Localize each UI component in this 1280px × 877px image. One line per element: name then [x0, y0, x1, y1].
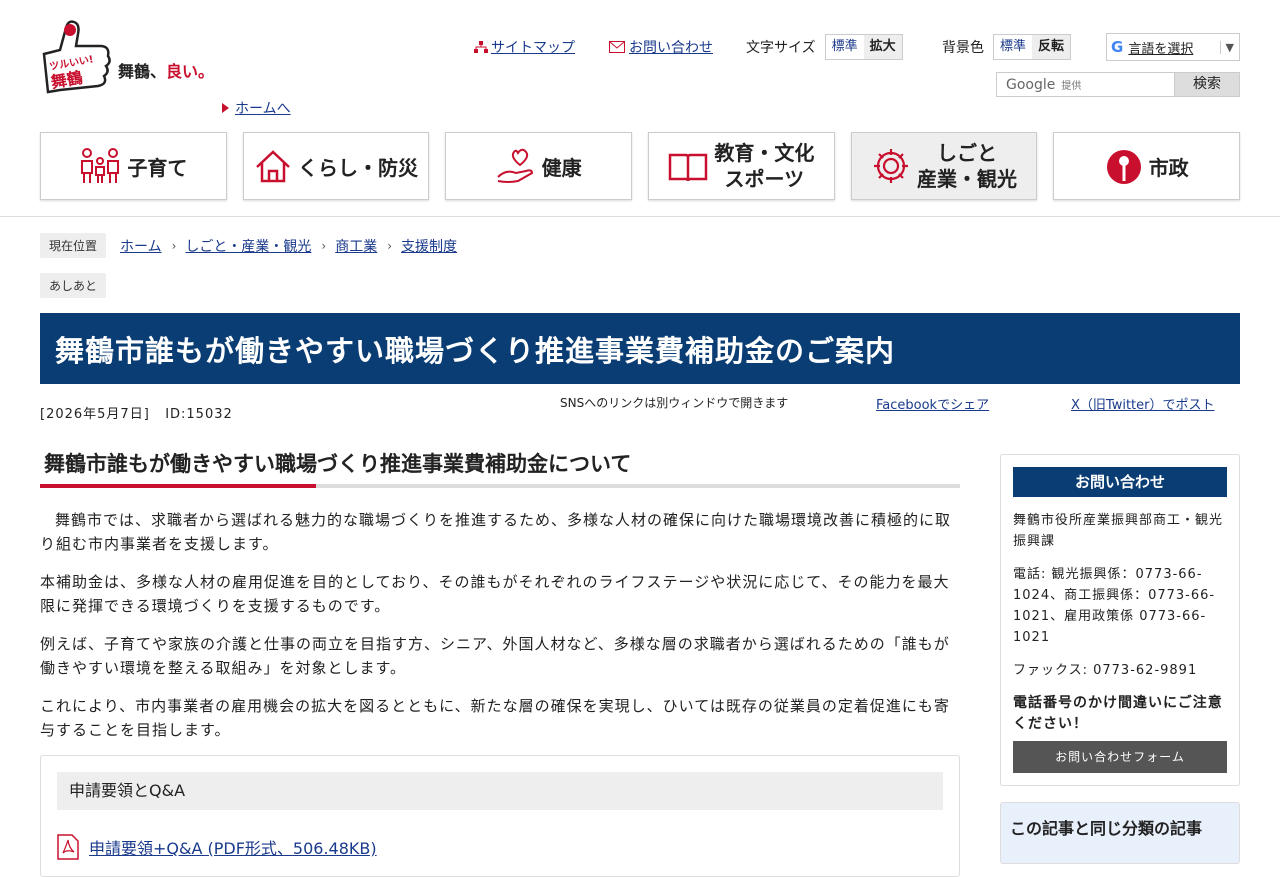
breadcrumb-shien[interactable]: 支援制度	[401, 236, 457, 256]
pdf-link-row: 申請要領+Q&A (PDF形式、506.48KB)	[57, 834, 377, 860]
contact-title: お問い合わせ	[1013, 467, 1227, 497]
font-size-label: 文字サイズ	[746, 40, 816, 56]
heart-hand-icon	[496, 148, 533, 183]
nav-kosodate[interactable]: 子育て	[40, 132, 227, 200]
page-id: ID:15032	[165, 407, 233, 422]
language-select[interactable]: G 言語を選択 ▼	[1106, 33, 1240, 61]
bg-color-invert[interactable]: 反転	[1032, 35, 1071, 59]
breadcrumb-shoko[interactable]: 商工業	[335, 236, 377, 256]
language-select-label: 言語を選択	[1128, 41, 1194, 57]
home-link-wrap: ホームへ	[222, 98, 291, 118]
breadcrumb-shigoto[interactable]: しごと・産業・観光	[185, 236, 311, 256]
related-articles-title: この記事と同じ分類の記事	[1010, 819, 1203, 838]
nav-kurashi-label: くらし・防災	[298, 155, 418, 180]
bg-color-toggle: 標準 反転	[993, 34, 1072, 60]
paragraph-3: 例えば、子育てや家族の介護と仕事の両立を目指す方、シニア、外国人材など、多様な層…	[40, 635, 950, 677]
font-size-standard[interactable]: 標準	[825, 35, 864, 59]
breadcrumb-badge: 現在位置	[40, 233, 107, 258]
related-articles: この記事と同じ分類の記事	[1000, 802, 1240, 864]
thumbs-up-logo-icon: ツルいい! 舞鶴	[42, 20, 111, 94]
nav-shigoto[interactable]: しごと 産業・観光	[850, 132, 1038, 200]
nav-shisei-label: 市政	[1148, 155, 1189, 180]
contact-sidebar: お問い合わせ 舞鶴市役所産業振興部商工・観光振興課 電話: 観光振興係：0773…	[1000, 454, 1240, 786]
sitemap-link[interactable]: サイトマップ	[491, 37, 575, 57]
chevron-right-icon: ›	[387, 238, 393, 253]
contact-link[interactable]: お問い合わせ	[629, 37, 713, 57]
page-title-bar: 舞鶴市誰もが働きやすい職場づくり推進事業費補助金のご案内	[40, 313, 1240, 384]
x-share-link[interactable]: X（旧Twitter）でポスト	[1071, 394, 1214, 413]
facebook-share-link[interactable]: Facebookでシェア	[876, 394, 989, 413]
triangle-right-icon	[222, 103, 229, 113]
nav-kyoiku[interactable]: 教育・文化 スポーツ	[648, 132, 835, 200]
chevron-down-icon: ▼	[1219, 40, 1239, 54]
nav-kosodate-label: 子育て	[127, 155, 188, 180]
paragraph-1: 舞鶴市では、求職者から選ばれる魅力的な職場づくりを推進するため、多様な人材の確保…	[40, 511, 952, 553]
breadcrumb-home[interactable]: ホーム	[120, 236, 162, 256]
site-logo[interactable]: ツルいい! 舞鶴 舞鶴、良い。	[40, 18, 220, 113]
site-tagline: 舞鶴、良い。	[118, 62, 215, 81]
book-icon	[669, 153, 708, 182]
nav-shisei[interactable]: 市政	[1053, 132, 1241, 200]
chevron-right-icon: ›	[171, 238, 177, 253]
document-box: 申請要領とQ&A 申請要領+Q&A (PDF形式、506.48KB)	[40, 755, 960, 877]
paragraph-4: これにより、市内事業者の雇用機会の拡大を図るとともに、新たな層の確保を実現し、ひ…	[40, 697, 950, 739]
home-link[interactable]: ホームへ	[235, 101, 291, 117]
contact-dept: 舞鶴市役所産業振興部商工・観光振興課	[1013, 513, 1224, 549]
nav-kurashi[interactable]: くらし・防災	[242, 132, 430, 200]
family-icon	[81, 148, 120, 183]
gear-icon	[874, 149, 909, 183]
house-icon	[256, 150, 290, 183]
google-g-icon: G	[1111, 38, 1124, 56]
document-box-heading: 申請要領とQ&A	[57, 772, 943, 810]
contact-phone: 電話: 観光振興係：0773-66-1024、商工振興係：0773-66-102…	[1013, 567, 1216, 645]
section-heading: 舞鶴市誰もが働きやすい職場づくり推進事業費補助金について	[40, 448, 960, 488]
nav-kenko-label: 健康	[541, 155, 582, 180]
chevron-right-icon: ›	[321, 238, 327, 253]
contact-body: 舞鶴市役所産業振興部商工・観光振興課 電話: 観光振興係：0773-66-102…	[1013, 510, 1227, 747]
font-size-toggle: 標準 拡大	[824, 34, 903, 60]
bg-color-label: 背景色	[942, 40, 984, 56]
contact-wrap: お問い合わせ	[609, 37, 713, 57]
pdf-link[interactable]: 申請要領+Q&A (PDF形式、506.48KB)	[89, 835, 377, 859]
main-content: 舞鶴市誰もが働きやすい職場づくり推進事業費補助金について 舞鶴市では、求職者から…	[40, 448, 960, 742]
contact-form-button[interactable]: お問い合わせフォーム	[1013, 741, 1227, 773]
sitemap-icon	[474, 41, 488, 53]
mail-icon	[609, 41, 625, 53]
site-search: Google 提供 検索	[996, 72, 1240, 97]
page-title: 舞鶴市誰もが働きやすい職場づくり推進事業費補助金のご案内	[55, 333, 896, 368]
page-meta: [2026年5月7日] ID:15032	[40, 403, 233, 422]
nav-kenko[interactable]: 健康	[445, 132, 633, 200]
search-button[interactable]: 検索	[1174, 72, 1240, 97]
pdf-icon	[57, 834, 79, 860]
page-date: [2026年5月7日]	[40, 407, 150, 422]
sitemap-wrap: サイトマップ	[474, 37, 575, 57]
search-input[interactable]: Google 提供	[996, 72, 1174, 97]
breadcrumb: 現在位置 ホーム › しごと・産業・観光 › 商工業 › 支援制度	[40, 233, 457, 258]
sns-note: SNSへのリンクは別ウィンドウで開きます	[560, 396, 789, 410]
font-size-control: 文字サイズ 標準 拡大	[746, 34, 903, 60]
ashiato-badge[interactable]: あしあと	[40, 273, 107, 298]
contact-fax: ファックス: 0773-62-9891	[1013, 663, 1198, 678]
nav-shigoto-label: しごと 産業・観光	[917, 141, 1018, 191]
city-mark-icon	[1106, 150, 1141, 184]
global-nav: 子育て くらし・防災 健康 教育・文化 スポーツ しごと 産業・観光 市政	[40, 132, 1241, 200]
nav-kyoiku-label: 教育・文化 スポーツ	[714, 141, 815, 191]
bg-color-standard[interactable]: 標準	[994, 35, 1033, 59]
header-divider	[0, 216, 1280, 217]
paragraph-2: 本補助金は、多様な人材の雇用促進を目的としており、その誰もがそれぞれのライフステ…	[40, 573, 950, 615]
font-size-large[interactable]: 拡大	[863, 35, 902, 59]
bg-color-control: 背景色 標準 反転	[942, 34, 1072, 60]
contact-warning: 電話番号のかけ間違いにご注意ください！	[1013, 695, 1223, 732]
